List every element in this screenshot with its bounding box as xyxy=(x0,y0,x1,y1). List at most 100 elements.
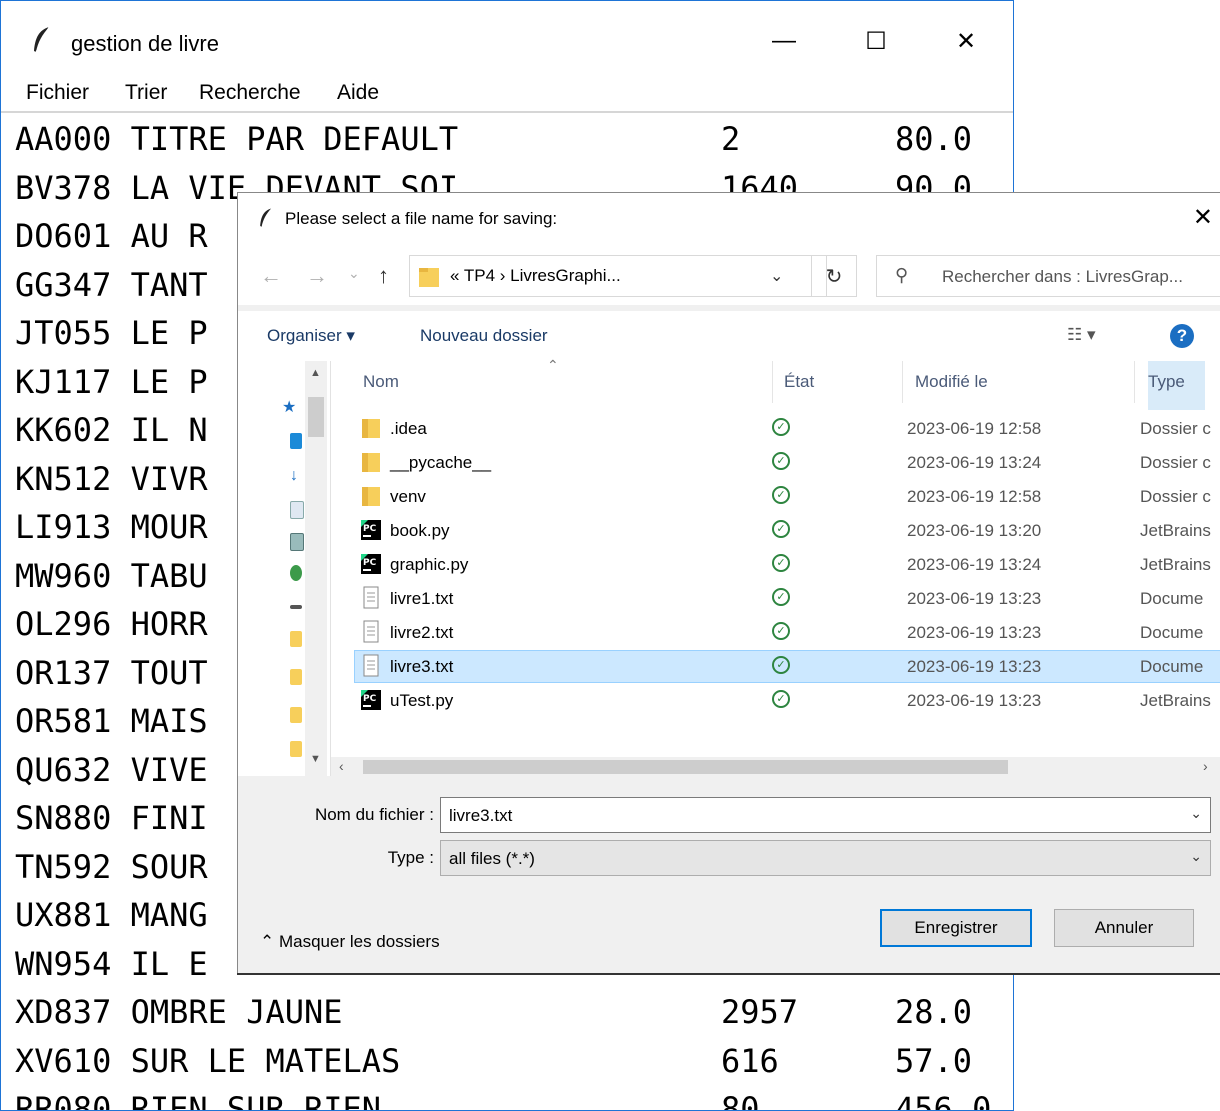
search-placeholder: Rechercher dans : LivresGrap... xyxy=(942,267,1183,286)
menu-recherche[interactable]: Recherche xyxy=(199,81,301,105)
scroll-up-icon[interactable]: ▲ xyxy=(310,367,321,379)
chevron-down-icon[interactable]: ⌄ xyxy=(1190,805,1202,822)
book-code-title: OR137 TOUT xyxy=(15,653,208,692)
search-icon: ⚲ xyxy=(895,265,909,285)
scroll-right-icon[interactable]: › xyxy=(1203,758,1208,774)
quick-access-icon[interactable]: ★ xyxy=(282,397,296,416)
text-file-icon xyxy=(360,620,382,644)
file-row[interactable]: livre2.txt ✓ 2023-06-19 13:23 Docume xyxy=(354,616,1220,650)
book-code-title: OR581 MAIS xyxy=(15,702,208,740)
documents-icon[interactable] xyxy=(290,501,304,519)
file-row[interactable]: livre3.txt ✓ 2023-06-19 13:23 Docume xyxy=(354,650,1220,684)
scroll-thumb[interactable] xyxy=(363,760,1008,774)
dialog-close-button[interactable]: ✕ xyxy=(1193,203,1213,232)
minimize-button[interactable]: — xyxy=(761,21,807,61)
column-name[interactable]: Nom xyxy=(363,372,399,392)
book-quantity: 616 xyxy=(721,1041,779,1080)
book-code-title: KJ117 LE P xyxy=(15,362,208,401)
path-breadcrumb[interactable]: « TP4 › LivresGraphi... ⌄ xyxy=(409,255,827,297)
dialog-titlebar: Please select a file name for saving: ✕ xyxy=(238,193,1220,245)
book-code-title: WN954 IL E xyxy=(15,944,208,983)
file-row[interactable]: PC uTest.py ✓ 2023-06-19 13:23 JetBrains xyxy=(354,684,1220,718)
downloads-icon[interactable]: ↓ xyxy=(290,467,302,484)
sync-ok-icon: ✓ xyxy=(772,690,790,708)
dialog-title: Please select a file name for saving: xyxy=(285,209,558,228)
scroll-left-icon[interactable]: ‹ xyxy=(339,758,344,774)
help-icon[interactable]: ? xyxy=(1170,324,1194,348)
up-folder-button[interactable]: ↑ xyxy=(378,263,389,289)
folder-icon[interactable] xyxy=(290,631,302,647)
refresh-button[interactable]: ↻ xyxy=(811,255,857,297)
file-name: __pycache__ xyxy=(390,453,492,472)
file-name: .idea xyxy=(390,419,427,438)
back-button[interactable]: ← xyxy=(260,263,282,289)
sync-ok-icon: ✓ xyxy=(772,418,790,436)
book-code-title: GG347 TANT xyxy=(15,265,208,304)
menu-fichier[interactable]: Fichier xyxy=(26,81,89,105)
folder-icon xyxy=(360,484,382,508)
organize-menu[interactable]: Organiser ▾ xyxy=(267,326,355,346)
feather-icon xyxy=(34,26,50,53)
book-code-title: JT055 LE P xyxy=(15,314,208,352)
column-state[interactable]: État xyxy=(784,372,814,392)
folder-icon[interactable] xyxy=(290,741,302,757)
file-modified: 2023-06-19 12:58 xyxy=(907,487,1042,506)
scroll-thumb[interactable] xyxy=(308,397,324,437)
forward-button[interactable]: → xyxy=(306,263,328,289)
column-modified[interactable]: Modifié le xyxy=(915,372,988,392)
hide-folders-toggle[interactable]: ⌃ Masquer les dossiers xyxy=(260,932,440,952)
maximize-button[interactable]: ☐ xyxy=(853,21,899,61)
file-type: Docume xyxy=(1140,657,1204,676)
nav-pane-scrollbar[interactable]: ▲ ▼ xyxy=(305,361,327,776)
file-type: Docume xyxy=(1140,589,1204,608)
view-options-button[interactable]: ☷ ▾ xyxy=(1067,325,1096,345)
recent-locations-button[interactable]: ⌄ xyxy=(348,265,360,282)
book-code-title: DO601 AU R xyxy=(15,217,208,255)
folder-icon xyxy=(360,450,382,474)
save-dialog: Please select a file name for saving: ✕ … xyxy=(237,192,1220,973)
new-folder-button[interactable]: Nouveau dossier xyxy=(420,326,548,346)
onedrive-icon[interactable] xyxy=(290,565,302,581)
folder-icon[interactable] xyxy=(290,707,302,723)
file-list: ⌃ Nom État Modifié le Type .idea ✓ 2023-06… xyxy=(331,357,1220,777)
search-input[interactable]: ⚲ Rechercher dans : LivresGrap... xyxy=(876,255,1220,297)
pictures-icon[interactable] xyxy=(290,533,304,551)
filename-input[interactable]: livre3.txt ⌄ xyxy=(440,797,1211,833)
folder-icon xyxy=(360,416,382,440)
file-row[interactable]: PC book.py ✓ 2023-06-19 13:20 JetBrains xyxy=(354,514,1220,548)
file-row[interactable]: __pycache__ ✓ 2023-06-19 13:24 Dossier c xyxy=(354,446,1220,480)
file-row[interactable]: livre1.txt ✓ 2023-06-19 13:23 Docume xyxy=(354,582,1220,616)
column-separator[interactable] xyxy=(902,361,903,403)
chevron-down-icon[interactable]: ⌄ xyxy=(1190,848,1202,865)
folder-icon xyxy=(419,268,439,287)
file-modified: 2023-06-19 13:24 xyxy=(907,453,1042,472)
file-row[interactable]: .idea ✓ 2023-06-19 12:58 Dossier c xyxy=(354,412,1220,446)
chevron-down-icon[interactable]: ⌄ xyxy=(770,266,783,286)
file-list-scrollbar[interactable]: ‹ › xyxy=(331,757,1220,777)
menu-trier[interactable]: Trier xyxy=(125,81,167,105)
file-row[interactable]: venv ✓ 2023-06-19 12:58 Dossier c xyxy=(354,480,1220,514)
folder-icon[interactable] xyxy=(290,669,302,685)
drive-icon[interactable] xyxy=(290,605,302,609)
book-quantity: 2 xyxy=(721,120,741,158)
hide-folders-label: Masquer les dossiers xyxy=(278,932,440,951)
desktop-icon[interactable] xyxy=(290,433,302,449)
window-title: gestion de livre xyxy=(71,31,219,56)
sort-up-icon: ⌃ xyxy=(547,357,559,373)
column-separator[interactable] xyxy=(1134,361,1135,403)
file-type: Dossier c xyxy=(1140,487,1211,506)
text-file-icon xyxy=(360,586,382,610)
svg-text:PC: PC xyxy=(363,558,377,568)
close-button[interactable]: ✕ xyxy=(943,21,989,61)
file-type-select[interactable]: all files (*.*) ⌄ xyxy=(440,840,1211,876)
save-button[interactable]: Enregistrer xyxy=(880,909,1032,947)
menu-aide[interactable]: Aide xyxy=(337,81,379,105)
sync-ok-icon: ✓ xyxy=(772,554,790,572)
scroll-down-icon[interactable]: ▼ xyxy=(310,753,321,765)
dialog-toolbar: Organiser ▾ Nouveau dossier ☷ ▾ ? xyxy=(238,311,1220,362)
file-row[interactable]: PC graphic.py ✓ 2023-06-19 13:24 JetBrains xyxy=(354,548,1220,582)
column-type[interactable]: Type xyxy=(1148,361,1205,410)
cancel-button[interactable]: Annuler xyxy=(1054,909,1194,947)
file-type-value: all files (*.*) xyxy=(449,849,535,868)
column-separator[interactable] xyxy=(772,361,773,403)
